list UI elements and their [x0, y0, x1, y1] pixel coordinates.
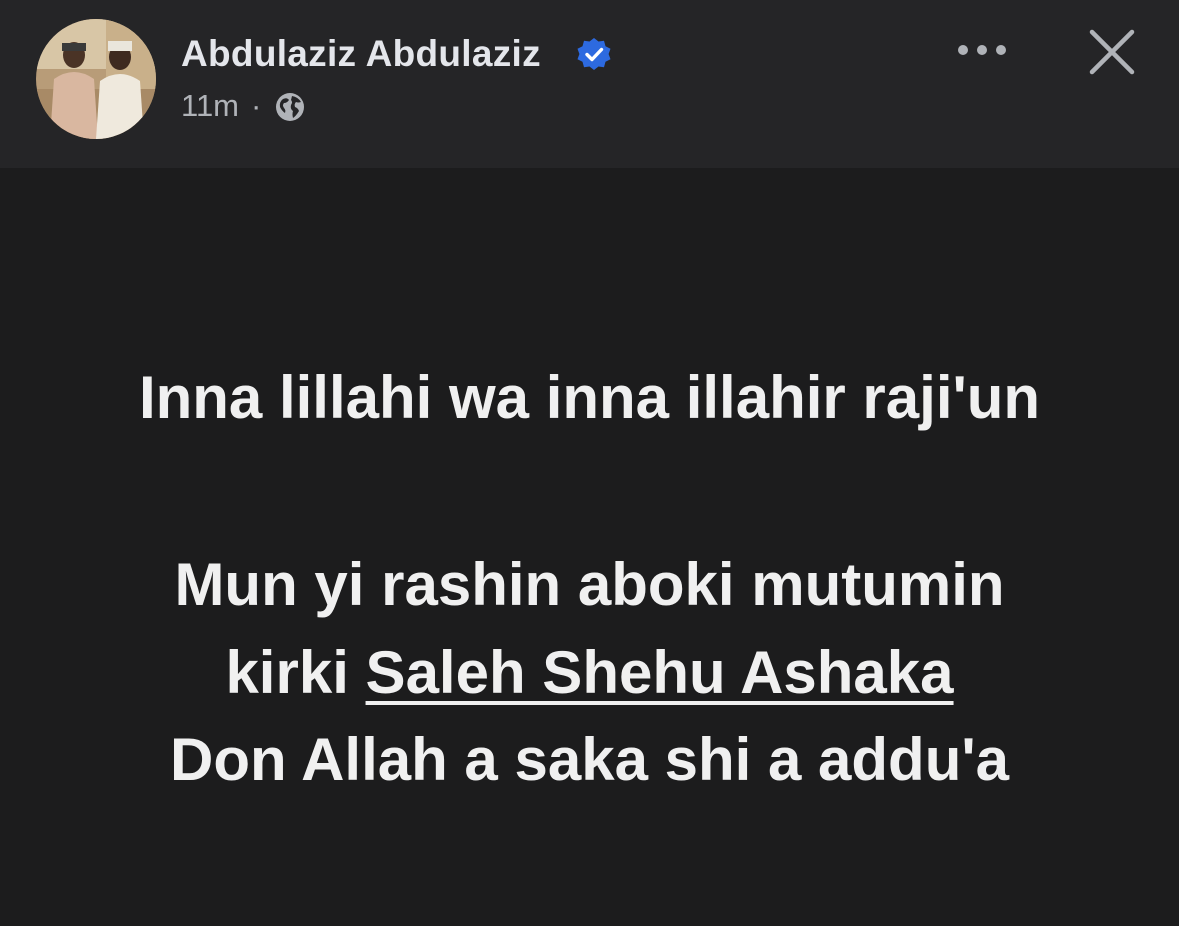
meta-separator: · [251, 88, 262, 123]
post-text-line-3: kirki Saleh Shehu Ashaka [0, 637, 1179, 709]
post-text-line-3-prefix: kirki [225, 639, 366, 706]
post-text-line-4: Don Allah a saka shi a addu'a [170, 726, 1009, 793]
post-timestamp[interactable]: 11m [181, 88, 239, 124]
mention-link[interactable]: Saleh Shehu Ashaka [366, 639, 954, 706]
post-text-line-1: Inna lillahi wa inna illahir raji'un [138, 364, 1041, 431]
more-options-icon[interactable] [954, 30, 1010, 70]
globe-icon [276, 93, 304, 121]
author-name[interactable]: Abdulaziz Abdulaziz [181, 33, 541, 75]
close-icon[interactable] [1086, 26, 1138, 78]
post-text-background: Inna lillahi wa inna illahir raji'un Mun… [0, 168, 1179, 926]
post-text-line-2: Mun yi rashin aboki mutumin [174, 551, 1005, 618]
post-header: Abdulaziz Abdulaziz 11m · [0, 0, 1179, 168]
author-avatar[interactable] [36, 19, 156, 139]
verified-badge-icon [577, 38, 611, 70]
